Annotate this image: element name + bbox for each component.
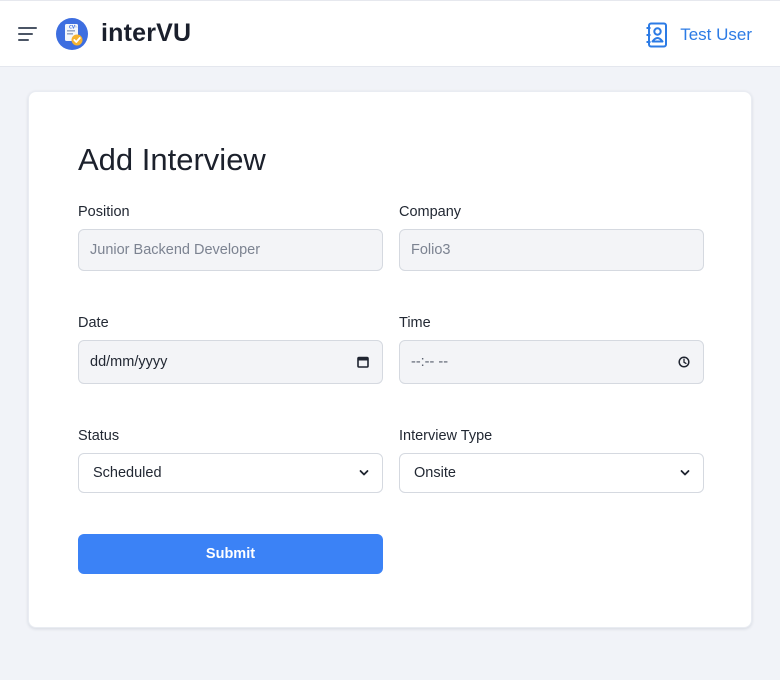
status-label: Status [78,428,120,444]
company-placeholder: Folio3 [411,242,451,258]
date-input[interactable]: dd/mm/yyyy [78,340,383,384]
interview-type-label: Interview Type [399,428,493,444]
interview-type-select[interactable]: Onsite [399,453,704,493]
date-placeholder: dd/mm/yyyy [90,354,168,370]
app-logo-icon: CV [56,18,88,50]
add-interview-card: Add Interview Position Junior Backend De… [28,91,752,628]
top-bar: CV interVU Test User [0,0,780,67]
interview-type-selected-value: Onsite [414,465,456,481]
submit-button[interactable]: Submit [78,534,383,574]
company-label: Company [399,204,462,220]
menu-line [18,39,29,41]
time-placeholder: --:-- -- [411,354,449,370]
status-selected-value: Scheduled [93,465,162,481]
date-label: Date [78,315,109,331]
time-label: Time [399,315,431,331]
position-placeholder: Junior Backend Developer [90,242,261,258]
brand-name: interVU [101,19,192,47]
user-name: Test User [680,25,752,44]
menu-toggle-button[interactable] [16,23,40,45]
chevron-down-icon [680,470,690,476]
time-input[interactable]: --:-- -- [399,340,704,384]
menu-line [18,27,37,29]
position-input[interactable]: Junior Backend Developer [78,229,383,271]
calendar-icon[interactable] [357,356,369,368]
logo-badge-text: CV [69,25,76,30]
company-input[interactable]: Folio3 [399,229,704,271]
contact-book-icon [646,22,668,48]
menu-line [18,33,33,35]
position-label: Position [78,204,130,220]
user-menu[interactable]: Test User [646,21,752,49]
page-title: Add Interview [78,142,266,177]
chevron-down-icon [359,470,369,476]
status-select[interactable]: Scheduled [78,453,383,493]
clock-icon[interactable] [678,356,690,368]
